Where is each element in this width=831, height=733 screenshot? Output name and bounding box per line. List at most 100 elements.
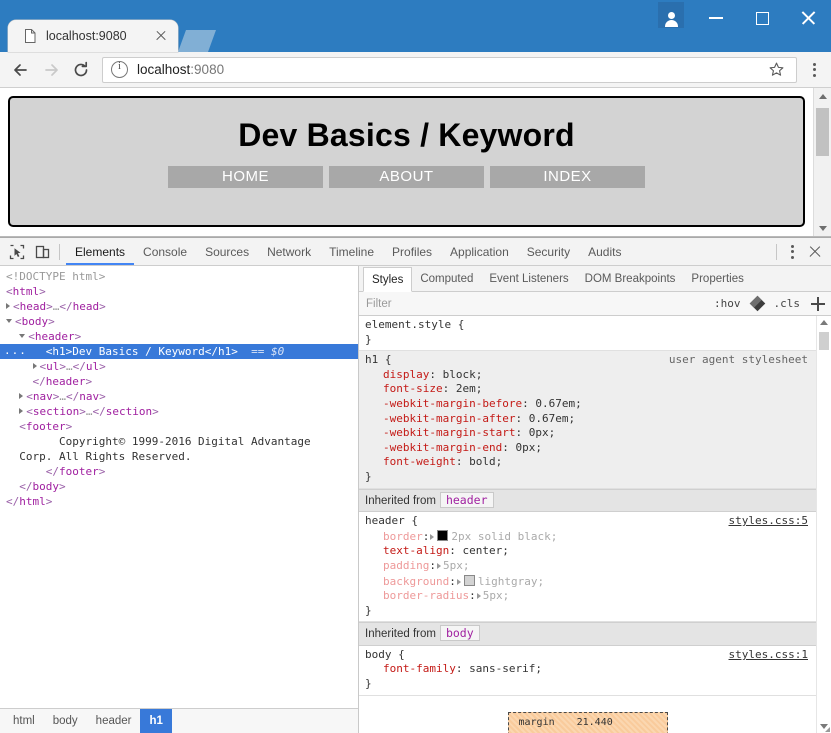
- devtools-menu-button[interactable]: [781, 237, 803, 267]
- style-rule[interactable]: element.style { }: [359, 316, 816, 352]
- new-style-rule-button[interactable]: [809, 295, 827, 313]
- breadcrumb-html[interactable]: html: [4, 709, 44, 733]
- device-toolbar-button[interactable]: [30, 240, 56, 264]
- chevron-down-icon[interactable]: [19, 334, 26, 338]
- styles-scrollbar-thumb[interactable]: [819, 332, 829, 350]
- dom-node-selected[interactable]: ··· <h1>Dev Basics / Keyword</h1> == $0: [0, 344, 358, 360]
- dom-node[interactable]: <ul>…</ul>: [0, 359, 358, 374]
- nav-item-index[interactable]: INDEX: [490, 166, 645, 188]
- minimize-button[interactable]: [693, 1, 739, 35]
- breadcrumb-body[interactable]: body: [44, 709, 87, 733]
- sidebar-tab-dom-breakpoints[interactable]: DOM Breakpoints: [577, 267, 684, 291]
- dom-node[interactable]: Copyright© 1999-2016 Digital Advantage: [0, 434, 358, 449]
- hov-toggle[interactable]: :hov: [708, 297, 747, 310]
- maximize-button[interactable]: [739, 1, 785, 35]
- tab-profiles[interactable]: Profiles: [383, 239, 441, 265]
- chevron-down-icon[interactable]: [6, 319, 12, 323]
- page-scrollbar[interactable]: [813, 88, 831, 236]
- browser-tab[interactable]: localhost:9080: [8, 20, 178, 52]
- sidebar-tab-styles[interactable]: Styles: [363, 266, 413, 292]
- css-property[interactable]: -webkit-margin-after: [365, 412, 515, 427]
- chevron-right-icon[interactable]: [32, 363, 37, 369]
- tab-audits[interactable]: Audits: [579, 239, 630, 265]
- close-window-button[interactable]: [785, 1, 831, 35]
- css-property[interactable]: text-align: [365, 544, 449, 559]
- style-rule[interactable]: user agent stylesheet h1 { display: block…: [359, 351, 816, 489]
- filter-input[interactable]: Filter: [366, 298, 708, 310]
- dom-tree[interactable]: <!DOCTYPE html> <html> <head>…</head> <body…: [0, 266, 358, 708]
- scroll-up-arrow-icon[interactable]: [814, 88, 831, 104]
- dom-node[interactable]: <section>…</section>: [0, 404, 358, 419]
- inherited-source[interactable]: header: [439, 491, 494, 508]
- dom-node[interactable]: <head>…</head>: [0, 299, 358, 314]
- chevron-right-icon[interactable]: [6, 303, 10, 309]
- dom-node[interactable]: </footer>: [0, 464, 358, 479]
- color-swatch[interactable]: [437, 529, 449, 541]
- color-swatch[interactable]: [463, 574, 475, 586]
- dom-node[interactable]: </html>: [0, 494, 358, 509]
- tab-sources[interactable]: Sources: [196, 239, 258, 265]
- sidebar-tab-computed[interactable]: Computed: [412, 267, 481, 291]
- styles-scrollbar[interactable]: [816, 316, 831, 733]
- tab-timeline[interactable]: Timeline: [320, 239, 383, 265]
- css-property[interactable]: padding: [365, 559, 429, 574]
- css-property[interactable]: -webkit-margin-before: [365, 397, 522, 412]
- scroll-down-arrow-icon[interactable]: [814, 220, 831, 236]
- inherited-source[interactable]: body: [439, 625, 480, 642]
- expand-shorthand-icon[interactable]: [456, 578, 461, 585]
- tab-security[interactable]: Security: [518, 239, 579, 265]
- dom-node[interactable]: </body>: [0, 479, 358, 494]
- dom-node[interactable]: <body>: [0, 314, 358, 329]
- box-model-margin[interactable]: margin 21.440: [507, 711, 668, 733]
- address-bar[interactable]: localhost:9080: [102, 56, 797, 83]
- rule-selector[interactable]: element.style {: [365, 318, 464, 331]
- nav-item-home[interactable]: HOME: [168, 166, 323, 188]
- rule-selector[interactable]: h1 {: [365, 353, 392, 366]
- tab-elements[interactable]: Elements: [66, 239, 135, 265]
- scrollbar-thumb[interactable]: [816, 108, 829, 156]
- dom-node[interactable]: Corp. All Rights Reserved.: [0, 449, 358, 464]
- browser-menu-button[interactable]: [803, 55, 825, 85]
- dom-node[interactable]: <header>: [0, 329, 358, 344]
- sidebar-tab-event-listeners[interactable]: Event Listeners: [481, 267, 576, 291]
- css-property[interactable]: border-radius: [365, 589, 469, 604]
- style-rule[interactable]: styles.css:1 body { font-family: sans-ser…: [359, 645, 816, 696]
- expand-shorthand-icon[interactable]: [476, 593, 481, 600]
- dom-node[interactable]: </header>: [0, 374, 358, 389]
- expand-shorthand-icon[interactable]: [430, 533, 435, 540]
- tab-console[interactable]: Console: [134, 239, 196, 265]
- css-property[interactable]: display: [365, 368, 429, 383]
- dom-node[interactable]: <!DOCTYPE html>: [0, 269, 358, 284]
- css-property[interactable]: border: [365, 530, 423, 545]
- color-palette-icon[interactable]: [749, 295, 765, 312]
- style-source-link[interactable]: styles.css:5: [729, 514, 808, 529]
- css-property[interactable]: -webkit-margin-start: [365, 426, 515, 441]
- resize-corner[interactable]: [825, 727, 830, 732]
- dom-node[interactable]: <footer>: [0, 419, 358, 434]
- tab-application[interactable]: Application: [441, 239, 518, 265]
- sidebar-tab-properties[interactable]: Properties: [683, 267, 751, 291]
- rule-selector[interactable]: header {: [365, 514, 418, 527]
- styles-scroll-up-icon[interactable]: [817, 316, 831, 329]
- breadcrumb-h1[interactable]: h1: [140, 709, 172, 733]
- devtools-close-button[interactable]: [803, 240, 827, 264]
- styles-list[interactable]: element.style { } user agent stylesheet h1…: [359, 316, 816, 733]
- bookmark-star-icon[interactable]: [764, 61, 788, 78]
- forward-button[interactable]: [36, 55, 66, 85]
- breadcrumb-header[interactable]: header: [87, 709, 141, 733]
- style-source-link[interactable]: styles.css:1: [729, 648, 808, 663]
- dom-node[interactable]: <html>: [0, 284, 358, 299]
- css-property[interactable]: font-family: [365, 662, 456, 677]
- tab-network[interactable]: Network: [258, 239, 320, 265]
- back-button[interactable]: [6, 55, 36, 85]
- css-property[interactable]: font-weight: [365, 455, 456, 470]
- css-property[interactable]: -webkit-margin-end: [365, 441, 502, 456]
- chevron-right-icon[interactable]: [19, 408, 24, 414]
- rule-selector[interactable]: body {: [365, 648, 405, 661]
- chevron-right-icon[interactable]: [19, 393, 24, 399]
- css-property[interactable]: font-size: [365, 382, 443, 397]
- style-rule[interactable]: styles.css:5 header { border: 2px solid bl…: [359, 512, 816, 623]
- profile-avatar[interactable]: [658, 2, 684, 28]
- reload-button[interactable]: [66, 55, 96, 85]
- expand-shorthand-icon[interactable]: [436, 562, 441, 569]
